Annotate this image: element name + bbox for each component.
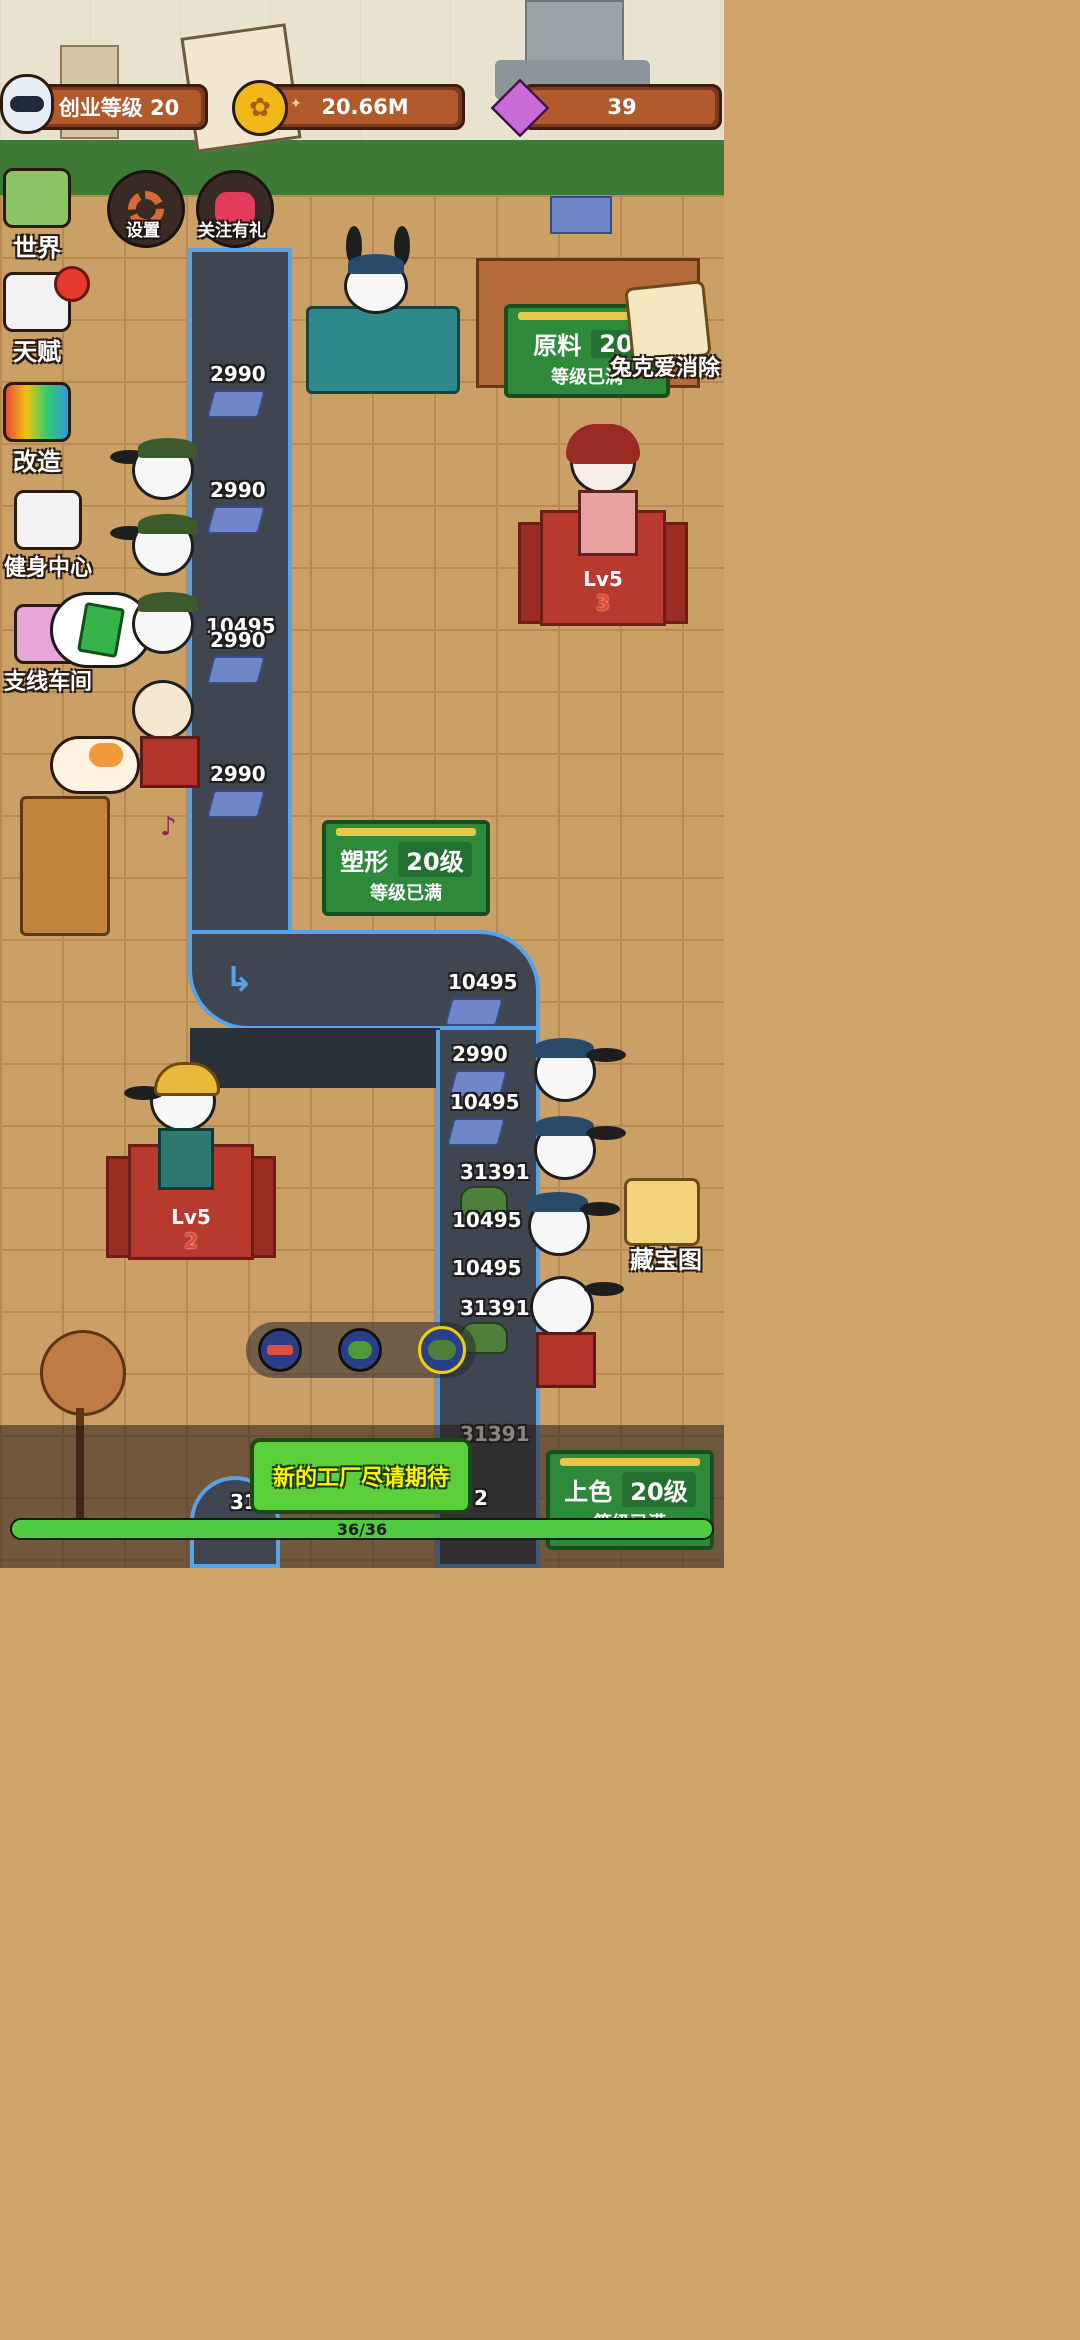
shape-station-sign[interactable]: 塑形 20级 等级已满	[322, 820, 490, 916]
paint-roller-icon	[3, 382, 71, 442]
right-bench-count: 3	[596, 591, 610, 615]
sparkle-icon: ✦	[290, 96, 302, 112]
level-label: 创业等级 20	[58, 96, 180, 120]
branch-label: 支线车间	[3, 670, 92, 695]
piano	[20, 796, 110, 936]
machine-operator-bunny[interactable]	[344, 226, 410, 314]
belt-arrow-icon: ↳	[225, 960, 254, 1000]
shape-status: 等级已满	[370, 883, 442, 904]
item-value: 10495	[452, 1208, 522, 1232]
map-icon	[3, 168, 71, 228]
upgrade-label: 改造	[13, 448, 61, 476]
coin-amount: 20.66M	[321, 95, 409, 119]
player-avatar-icon	[0, 74, 54, 134]
hardhat-worker[interactable]	[124, 1062, 220, 1190]
plate-icon	[206, 506, 266, 534]
shape-name: 塑形	[340, 848, 389, 876]
plate-icon	[444, 998, 504, 1026]
gym-label: 健身中心	[3, 556, 92, 581]
item-value: 31391	[460, 1296, 530, 1320]
red-hair-worker[interactable]	[566, 424, 640, 556]
belt-item: 2990	[206, 362, 266, 418]
worker-bunny[interactable]	[534, 1116, 626, 1180]
elimination-game-button[interactable]	[624, 280, 712, 364]
level-pill: 创业等级 20	[30, 84, 208, 130]
belt-item: 10495	[452, 1208, 522, 1232]
item-value: 10495	[452, 1256, 522, 1280]
worker-bunny[interactable]	[110, 680, 200, 788]
color-level: 20级	[622, 1472, 696, 1507]
gem-amount: 39	[607, 95, 637, 119]
settings-button[interactable]: 设置	[107, 170, 185, 248]
belt-item: 2990	[206, 762, 266, 818]
progress-text: 36/36	[336, 1519, 388, 1539]
music-note-icon: ♪	[160, 812, 177, 842]
belt-item: 10495	[444, 970, 518, 1026]
item-value: 2	[474, 1486, 488, 1510]
item-value: 2990	[452, 1042, 508, 1066]
plate-icon	[206, 790, 266, 818]
worker-bunny[interactable]	[528, 1192, 620, 1256]
worker-bunny[interactable]	[530, 1276, 624, 1388]
coin-icon: ✿	[232, 80, 288, 136]
conveyor-side	[190, 1028, 440, 1088]
gem-pill[interactable]: 39	[522, 84, 722, 130]
worker-bunny[interactable]	[110, 438, 198, 500]
worker-bunny[interactable]	[110, 592, 198, 654]
raw-name: 原料	[533, 332, 582, 360]
item-value: 2990	[210, 478, 266, 502]
fan-icon	[40, 1330, 126, 1416]
belt-item: 2990	[206, 478, 266, 534]
world-button[interactable]: 世界	[0, 168, 74, 262]
plate-icon	[206, 390, 266, 418]
settings-label: 设置	[126, 221, 160, 241]
follow-label: 关注有礼	[198, 221, 266, 241]
color-name: 上色	[564, 1478, 613, 1506]
item-value: 10495	[448, 970, 518, 994]
left-bench-count: 2	[184, 1229, 198, 1253]
new-factory-label: 新的工厂尽请期待	[272, 1466, 449, 1491]
follow-gift-button[interactable]: 关注有礼	[196, 170, 274, 248]
item-value: 2990	[210, 362, 266, 386]
item-value: 31391	[460, 1160, 530, 1184]
upgrade-button[interactable]: 改造	[0, 382, 74, 476]
teal-machine	[306, 306, 460, 394]
conveyor-upper	[188, 248, 292, 948]
plate-icon	[446, 1118, 506, 1146]
raw-plate-stack	[550, 196, 612, 234]
talent-label: 天赋	[13, 338, 61, 366]
treasure-map-icon	[624, 1178, 700, 1246]
new-factory-button[interactable]: 新的工厂尽请期待	[250, 1438, 472, 1514]
turtle-toy-tab-icon[interactable]	[338, 1328, 382, 1372]
item-value: 2990	[210, 762, 266, 786]
gym-bunny-icon	[14, 490, 82, 550]
belt-item: 10495	[452, 1256, 522, 1280]
treasure-map-button[interactable]	[624, 1178, 700, 1246]
sleeping-cat	[50, 736, 140, 794]
shape-level: 20级	[398, 842, 472, 877]
item-value: 2990	[210, 628, 266, 652]
belt-item: 2990	[206, 628, 266, 684]
worker-bunny[interactable]	[110, 514, 198, 576]
blaster-tab-icon[interactable]	[258, 1328, 302, 1372]
belt-item: 10495	[446, 1090, 520, 1146]
left-bench-level: Lv5	[171, 1205, 211, 1229]
treasure-label: 藏宝图	[630, 1246, 702, 1274]
belt-item: 2	[474, 1486, 488, 1510]
gym-button[interactable]: 健身中心	[0, 490, 96, 581]
turtle-shell-tab-icon[interactable]	[418, 1326, 466, 1374]
notification-dot	[54, 266, 90, 302]
world-label: 世界	[13, 234, 61, 262]
worker-bunny[interactable]	[534, 1038, 626, 1102]
plate-icon	[206, 656, 266, 684]
item-value: 10495	[450, 1090, 520, 1114]
right-bench-level: Lv5	[583, 567, 623, 591]
